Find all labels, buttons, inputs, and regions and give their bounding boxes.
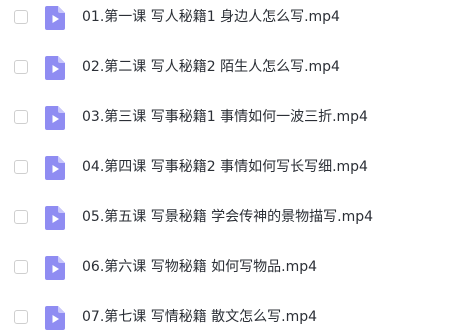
file-row[interactable]: 07.第七课 写情秘籍 散文怎么写.mp4 <box>0 302 461 334</box>
file-name[interactable]: 07.第七课 写情秘籍 散文怎么写.mp4 <box>82 307 317 327</box>
video-file-icon <box>45 156 65 180</box>
file-name[interactable]: 04.第四课 写事秘籍2 事情如何写长写细.mp4 <box>82 157 368 177</box>
video-file-icon <box>45 256 65 280</box>
video-file-icon <box>45 306 65 330</box>
file-name[interactable]: 03.第三课 写事秘籍1 事情如何一波三折.mp4 <box>82 107 368 127</box>
file-row[interactable]: 04.第四课 写事秘籍2 事情如何写长写细.mp4 <box>0 152 461 184</box>
select-checkbox[interactable] <box>14 260 28 274</box>
file-name[interactable]: 01.第一课 写人秘籍1 身边人怎么写.mp4 <box>82 7 340 27</box>
file-row[interactable]: 05.第五课 写景秘籍 学会传神的景物描写.mp4 <box>0 202 461 234</box>
select-checkbox[interactable] <box>14 110 28 124</box>
file-name[interactable]: 02.第二课 写人秘籍2 陌生人怎么写.mp4 <box>82 57 340 77</box>
select-checkbox[interactable] <box>14 310 28 324</box>
file-row[interactable]: 03.第三课 写事秘籍1 事情如何一波三折.mp4 <box>0 102 461 134</box>
video-file-icon <box>45 6 65 30</box>
select-checkbox[interactable] <box>14 160 28 174</box>
file-row[interactable]: 02.第二课 写人秘籍2 陌生人怎么写.mp4 <box>0 52 461 84</box>
file-row[interactable]: 06.第六课 写物秘籍 如何写物品.mp4 <box>0 252 461 284</box>
select-checkbox[interactable] <box>14 60 28 74</box>
video-file-icon <box>45 56 65 80</box>
file-name[interactable]: 06.第六课 写物秘籍 如何写物品.mp4 <box>82 257 317 277</box>
select-checkbox[interactable] <box>14 10 28 24</box>
video-file-icon <box>45 206 65 230</box>
file-row[interactable]: 01.第一课 写人秘籍1 身边人怎么写.mp4 <box>0 2 461 34</box>
select-checkbox[interactable] <box>14 210 28 224</box>
video-file-icon <box>45 106 65 130</box>
file-name[interactable]: 05.第五课 写景秘籍 学会传神的景物描写.mp4 <box>82 207 373 227</box>
